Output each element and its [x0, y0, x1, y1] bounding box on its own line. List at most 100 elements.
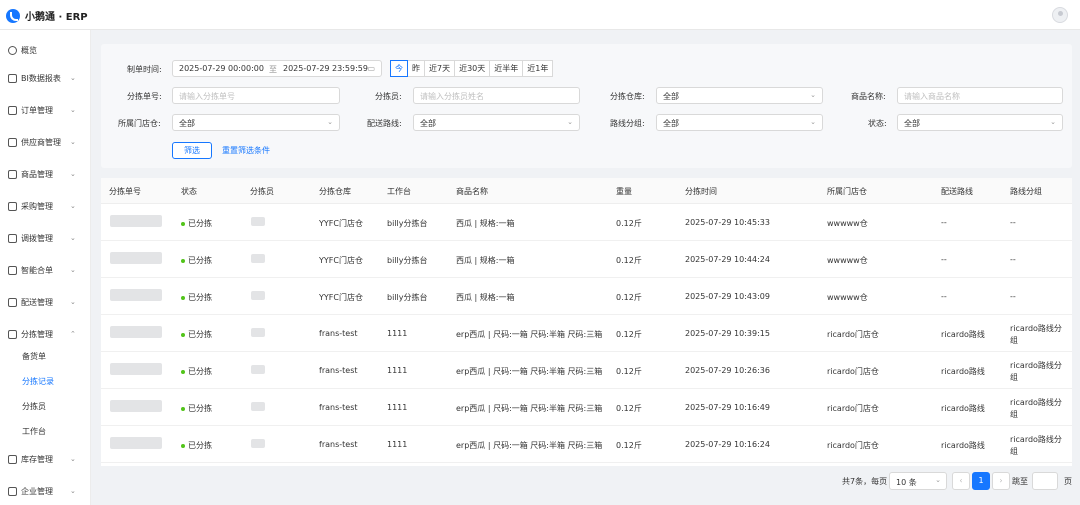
reset-filters-link[interactable]: 重置筛选条件 — [222, 145, 270, 156]
status-cell: 已分拣 — [181, 403, 212, 414]
sidebar: 概览 BI数据报表 ⌄ 订单管理 ⌄ 供应商管理 ⌄ 商品管理 ⌄ 采购管理 ⌄ 调拨管理… — [0, 30, 91, 505]
route-group-select[interactable]: 全部 ⌄ — [656, 114, 823, 131]
warehouse-select[interactable]: 全部 ⌄ — [656, 87, 823, 104]
redacted-sorter — [251, 254, 265, 263]
filter-button[interactable]: 筛选 — [172, 142, 212, 159]
status-text: 已分拣 — [188, 330, 212, 339]
chevron-down-icon: ⌄ — [70, 202, 76, 210]
prev-page-button[interactable]: ‹ — [952, 472, 970, 490]
calendar-icon: ▭ — [367, 64, 375, 73]
user-avatar[interactable] — [1052, 7, 1068, 23]
sidebar-item-delivery[interactable]: 配送管理 ⌄ — [0, 292, 91, 312]
warehouse-cell: frans-test — [319, 329, 358, 338]
chevron-down-icon: ⌄ — [1050, 118, 1056, 126]
date-range-picker[interactable]: 2025-07-29 00:00:00 至 2025-07-29 23:59:5… — [172, 60, 382, 77]
sidebar-item-label: 供应商管理 — [21, 137, 61, 147]
sidebar-item-overview[interactable]: 概览 — [0, 40, 91, 60]
order-icon — [8, 105, 17, 115]
table-row[interactable]: 已分拣 frans-test 1111 erp西瓜 | 尺码:一箱 尺码:半箱 … — [101, 426, 1072, 463]
quick-range-today[interactable]: 今 — [390, 60, 408, 77]
sidebar-item-label: 订单管理 — [21, 105, 53, 115]
sort-no-input[interactable]: 请输入分拣单号 — [172, 87, 340, 104]
supplier-icon — [8, 137, 17, 147]
status-text: 已分拣 — [188, 293, 212, 302]
col-product: 商品名称 — [456, 187, 488, 196]
route-cell: ricardo路线 — [941, 367, 985, 376]
jump-page-input[interactable] — [1032, 472, 1058, 490]
sidebar-item-purchasing[interactable]: 采购管理 ⌄ — [0, 196, 91, 216]
sidebar-subitem-sorting-records[interactable]: 分拣记录 — [0, 372, 91, 390]
sidebar-subitem-workbench[interactable]: 工作台 — [0, 422, 91, 440]
next-page-button[interactable]: › — [992, 472, 1010, 490]
quick-range-30d[interactable]: 近30天 — [454, 60, 491, 77]
sidebar-item-orders[interactable]: 订单管理 ⌄ — [0, 100, 91, 120]
table-row[interactable]: 已分拣 YYFC门店仓 billy分拣台 西瓜 | 规格:一箱 0.12斤 20… — [101, 204, 1072, 241]
page-button-current[interactable]: 1 — [972, 472, 990, 490]
time-cell: 2025-07-29 10:44:24 — [685, 255, 770, 264]
top-bar: 小鹅通 · ERP — [0, 0, 1080, 30]
time-cell: 2025-07-29 10:16:49 — [685, 403, 770, 412]
pagination: 共7条，每页 10 条 ⌄ ‹ 1 › 跳至 页 — [842, 472, 1072, 490]
app-logo[interactable]: 小鹅通 · ERP — [6, 8, 88, 23]
sidebar-item-transfers[interactable]: 调拨管理 ⌄ — [0, 228, 91, 248]
table-row[interactable]: 已分拣 frans-test 1111 erp西瓜 | 尺码:一箱 尺码:半箱 … — [101, 352, 1072, 389]
page-size-select[interactable]: 10 条 ⌄ — [889, 472, 947, 490]
workbench-cell: 1111 — [387, 329, 408, 338]
weight-cell: 0.12斤 — [616, 219, 642, 228]
quick-range-1y[interactable]: 近1年 — [522, 60, 554, 77]
sidebar-item-smart-merge[interactable]: 智能合单 ⌄ — [0, 260, 91, 280]
quick-range-yesterday[interactable]: 昨 — [407, 60, 425, 77]
logo-icon — [6, 8, 20, 23]
status-cell: 已分拣 — [181, 440, 212, 451]
quick-range-7d[interactable]: 近7天 — [424, 60, 456, 77]
chart-icon — [8, 73, 17, 83]
pagination-summary: 共7条，每页 — [842, 477, 888, 486]
workbench-cell: billy分拣台 — [387, 293, 428, 302]
sidebar-item-label: 商品管理 — [21, 169, 53, 179]
status-cell: 已分拣 — [181, 366, 212, 377]
redacted-sorter — [251, 402, 265, 411]
chevron-down-icon: ⌄ — [70, 106, 76, 114]
table-row[interactable]: 已分拣 YYFC门店仓 billy分拣台 西瓜 | 规格:一箱 0.12斤 20… — [101, 241, 1072, 278]
sidebar-subitem-sorters[interactable]: 分拣员 — [0, 397, 91, 415]
col-route-group: 路线分组 — [1010, 187, 1042, 196]
product-icon — [8, 169, 17, 179]
workbench-cell: 1111 — [387, 440, 408, 449]
redacted-sorter — [251, 291, 265, 300]
status-select[interactable]: 全部 ⌄ — [897, 114, 1063, 131]
chevron-down-icon: ⌄ — [810, 91, 816, 99]
sidebar-item-products[interactable]: 商品管理 ⌄ — [0, 164, 91, 184]
table-row[interactable]: 已分拣 frans-test 1111 erp西瓜 | 尺码:一箱 尺码:半箱 … — [101, 315, 1072, 352]
table-row[interactable]: 已分拣 frans-test 1111 erp西瓜 | 尺码:一箱 尺码:半箱 … — [101, 389, 1072, 426]
sidebar-item-enterprise[interactable]: 企业管理 ⌄ — [0, 481, 91, 501]
sidebar-item-label: 概览 — [21, 45, 37, 55]
sorting-records-table: 分拣单号 状态 分拣员 分拣仓库 工作台 商品名称 重量 分拣时间 所属门店仓 … — [101, 178, 1072, 466]
weight-cell: 0.12斤 — [616, 293, 642, 302]
route-group-select-value: 全部 — [663, 119, 679, 128]
sidebar-item-suppliers[interactable]: 供应商管理 ⌄ — [0, 132, 91, 152]
sorter-input[interactable]: 请输入分拣员姓名 — [413, 87, 580, 104]
sidebar-item-sorting[interactable]: 分拣管理 ⌃ — [0, 324, 91, 344]
sidebar-subitem-label: 分拣记录 — [22, 376, 54, 386]
quick-range-half-year[interactable]: 近半年 — [489, 60, 524, 77]
warehouse-cell: YYFC门店仓 — [319, 219, 363, 228]
delivery-icon — [8, 297, 17, 307]
app-title: 小鹅通 · ERP — [25, 12, 88, 23]
table-row[interactable]: 已分拣 YYFC门店仓 billy分拣台 西瓜 | 规格:一箱 0.12斤 20… — [101, 278, 1072, 315]
product-input[interactable]: 请输入商品名称 — [897, 87, 1063, 104]
route-select[interactable]: 全部 ⌄ — [413, 114, 580, 131]
store-select[interactable]: 全部 ⌄ — [172, 114, 340, 131]
store-cell: ricardo门店仓 — [827, 441, 879, 450]
sidebar-item-inventory[interactable]: 库存管理 ⌄ — [0, 449, 91, 469]
time-cell: 2025-07-29 10:26:36 — [685, 366, 770, 375]
inventory-icon — [8, 454, 17, 464]
chevron-down-icon: ⌄ — [70, 138, 76, 146]
sidebar-item-bi-reports[interactable]: BI数据报表 ⌄ — [0, 68, 91, 88]
chevron-down-icon: ⌄ — [70, 266, 76, 274]
create-time-label: 制单时间: — [127, 65, 162, 74]
col-sort-time: 分拣时间 — [685, 187, 717, 196]
sidebar-subitem-stock-orders[interactable]: 备货单 — [0, 347, 91, 365]
redacted-sort-no — [110, 252, 162, 264]
sidebar-item-label: 采购管理 — [21, 201, 53, 211]
workbench-cell: 1111 — [387, 403, 408, 412]
